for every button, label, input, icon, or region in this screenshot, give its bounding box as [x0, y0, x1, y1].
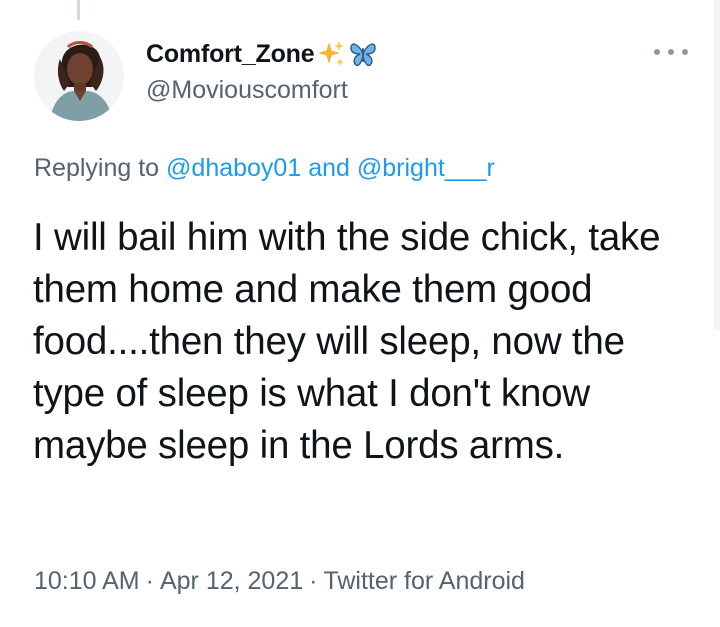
replying-to-prefix: Replying to: [34, 154, 160, 182]
avatar[interactable]: [34, 31, 124, 121]
butterfly-emoji-icon: [348, 39, 378, 69]
thread-connector-line: [77, 0, 80, 20]
more-dot: [668, 49, 674, 55]
avatar-photo: [34, 31, 124, 121]
more-horizontal-icon[interactable]: [654, 40, 688, 64]
display-name[interactable]: Comfort_Zone: [146, 40, 315, 69]
display-name-row[interactable]: Comfort_Zone: [146, 36, 378, 72]
reply-joiner: and: [308, 154, 350, 182]
meta-separator: ·: [309, 567, 318, 595]
tweet-date[interactable]: Apr 12, 2021: [160, 567, 303, 595]
tweet-metadata: 10:10 AM · Apr 12, 2021 · Twitter for Androi…: [34, 567, 525, 596]
tweet-text: I will bail him with the side chick, tak…: [33, 216, 661, 467]
more-dot: [654, 49, 660, 55]
user-handle[interactable]: @Moviouscomfort: [146, 76, 348, 105]
sparkles-emoji-icon: [316, 39, 346, 69]
tweet-source[interactable]: Twitter for Android: [323, 567, 524, 595]
tweet-time[interactable]: 10:10 AM: [34, 567, 140, 595]
meta-separator: ·: [145, 567, 154, 595]
replying-to-line: Replying to @dhaboy01 and @bright___r: [34, 154, 495, 183]
reply-mention-link[interactable]: @bright___r: [357, 154, 495, 182]
scrollbar-track: [714, 0, 720, 330]
more-dot: [682, 49, 688, 55]
reply-mention-link[interactable]: @dhaboy01: [166, 154, 301, 182]
